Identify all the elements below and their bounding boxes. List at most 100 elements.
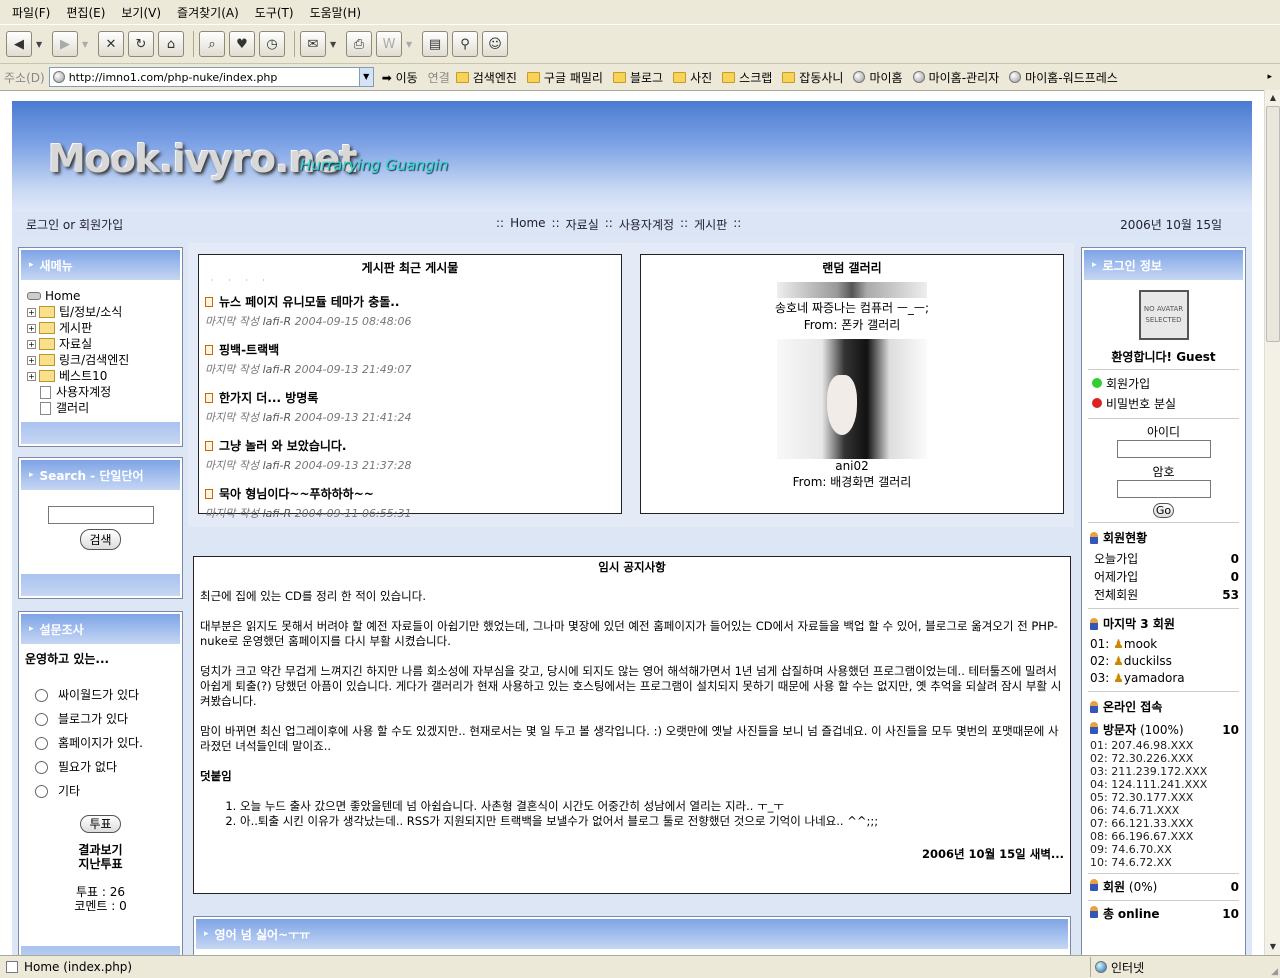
next-article-header[interactable]: ▸ 영어 넘 싫어~ㅜㅠ <box>196 919 1068 949</box>
vote-button[interactable]: 투표 <box>80 815 121 833</box>
vertical-scrollbar[interactable]: ▲ ▼ <box>1264 90 1280 955</box>
print-icon[interactable]: ⎙ <box>346 31 372 57</box>
link-scrap[interactable]: 스크랩 <box>722 69 772 86</box>
nav-home[interactable]: Home <box>510 216 545 233</box>
list-item[interactable]: 01: ♟mook <box>1090 636 1245 653</box>
post-author[interactable]: lafi-R <box>263 507 292 520</box>
back-dropdown-icon[interactable]: ▼ <box>36 40 46 49</box>
radio-button[interactable] <box>35 737 48 750</box>
scrollbar-thumb[interactable] <box>1266 106 1280 342</box>
poll-option[interactable]: 기타 <box>35 779 182 803</box>
forward-icon[interactable]: ▶ <box>52 31 78 57</box>
link-photos[interactable]: 사진 <box>673 69 712 86</box>
stop-icon[interactable]: ✕ <box>98 31 124 57</box>
list-item[interactable]: 02: ♟duckilss <box>1090 653 1245 670</box>
link-myhome-wordpress[interactable]: 마이홈-워드프레스 <box>1009 69 1118 86</box>
post-author[interactable]: lafi-R <box>263 315 292 328</box>
links-overflow-icon[interactable]: ▸ <box>1267 72 1272 82</box>
post-link[interactable]: 한가지 더... 방명록 <box>205 389 621 406</box>
refresh-icon[interactable]: ↻ <box>128 31 154 57</box>
link-search-engine[interactable]: 검색엔진 <box>455 69 517 86</box>
tree-item-best10[interactable]: + 베스트10 <box>27 368 182 384</box>
menu-view[interactable]: 보기(V) <box>113 4 169 21</box>
link-google-family[interactable]: 구글 패밀리 <box>526 69 603 86</box>
expand-icon[interactable]: + <box>27 339 36 349</box>
signup-link[interactable]: 회원가입 <box>1082 374 1245 394</box>
back-icon[interactable]: ◀ <box>6 31 32 57</box>
poll-option[interactable]: 블로그가 있다 <box>35 707 182 731</box>
radio-button[interactable] <box>35 713 48 726</box>
nav-downloads[interactable]: 자료실 <box>566 216 599 233</box>
radio-button[interactable] <box>35 689 48 702</box>
menu-help[interactable]: 도움말(H) <box>302 4 370 21</box>
post-author[interactable]: lafi-R <box>263 459 292 472</box>
past-polls-link[interactable]: 지난투표 <box>19 857 182 871</box>
poll-option[interactable]: 싸이월드가 있다 <box>35 683 182 707</box>
menu-edit[interactable]: 편집(E) <box>58 4 113 21</box>
link-blog[interactable]: 블로그 <box>612 69 663 86</box>
link-label: 검색엔진 <box>472 70 517 85</box>
address-url[interactable]: http://imno1.com/php-nuke/index.php <box>69 71 278 84</box>
link-misc[interactable]: 잡동사니 <box>782 69 843 86</box>
menu-file[interactable]: 파일(F) <box>4 4 58 21</box>
menu-favorites[interactable]: 즐겨찾기(A) <box>169 4 247 21</box>
search-icon[interactable]: ⌕ <box>199 31 225 57</box>
favorites-icon[interactable]: ♥ <box>229 31 255 57</box>
history-icon[interactable]: ◷ <box>259 31 285 57</box>
resize-grip-icon[interactable]: ◢ <box>1271 967 1278 977</box>
poll-option[interactable]: 필요가 없다 <box>35 755 182 779</box>
tree-item-gallery[interactable]: 갤러리 <box>27 400 182 416</box>
post-author[interactable]: lafi-R <box>263 363 292 376</box>
link-myhome[interactable]: 마이홈 <box>853 69 903 86</box>
search-button[interactable]: 검색 <box>80 529 121 550</box>
login-go-button[interactable]: Go <box>1152 503 1175 518</box>
tree-item-downloads[interactable]: + 자료실 <box>27 336 182 352</box>
poll-option[interactable]: 홈페이지가 있다. <box>35 731 182 755</box>
edit-dropdown-icon[interactable]: ▼ <box>406 40 416 49</box>
research-icon[interactable]: ⚲ <box>452 31 478 57</box>
lost-password-link[interactable]: 비밀번호 분실 <box>1082 394 1245 414</box>
go-button[interactable]: ➡ 이동 <box>382 69 418 86</box>
scroll-up-icon[interactable]: ▲ <box>1265 90 1280 106</box>
gallery-from[interactable]: From: 배경화면 갤러리 <box>641 473 1063 490</box>
search-input[interactable] <box>47 506 154 524</box>
tree-item-account[interactable]: 사용자계정 <box>27 384 182 400</box>
post-link[interactable]: 핑백-트랙백 <box>205 341 621 358</box>
gallery-thumb-2[interactable] <box>777 339 927 459</box>
discuss-icon[interactable]: ▤ <box>422 31 448 57</box>
tree-item-forums[interactable]: + 게시판 <box>27 320 182 336</box>
tree-item-links[interactable]: + 링크/검색엔진 <box>27 352 182 368</box>
gallery-from[interactable]: From: 폰카 갤러리 <box>641 316 1063 333</box>
post-link[interactable]: 그냥 놀러 와 보았습니다. <box>205 437 621 454</box>
results-link[interactable]: 결과보기 <box>19 843 182 857</box>
expand-icon[interactable]: + <box>27 307 36 317</box>
messenger-icon[interactable]: ☺ <box>482 31 508 57</box>
tree-item-tips[interactable]: + 팁/정보/소식 <box>27 304 182 320</box>
username-field[interactable] <box>1116 440 1211 458</box>
mail-dropdown-icon[interactable]: ▼ <box>330 40 340 49</box>
home-icon[interactable]: ⌂ <box>158 31 184 57</box>
radio-button[interactable] <box>35 785 48 798</box>
mail-icon[interactable]: ✉ <box>300 31 326 57</box>
nav-forums[interactable]: 게시판 <box>694 216 727 233</box>
gallery-thumb-1[interactable] <box>777 282 927 298</box>
post-link[interactable]: 묵아 형님이다~~푸하하하~~ <box>205 485 621 502</box>
radio-button[interactable] <box>35 761 48 774</box>
post-author[interactable]: lafi-R <box>263 411 292 424</box>
scroll-down-icon[interactable]: ▼ <box>1265 939 1280 955</box>
menu-tools[interactable]: 도구(T) <box>247 4 302 21</box>
edit-icon[interactable]: W <box>376 31 402 57</box>
password-field[interactable] <box>1116 480 1211 498</box>
forward-dropdown-icon[interactable]: ▼ <box>82 40 92 49</box>
list-item[interactable]: 03: ♟yamadora <box>1090 670 1245 687</box>
post-link[interactable]: 뉴스 페이지 유니모듈 테마가 충돌.. <box>205 293 621 310</box>
login-signup-link[interactable]: 로그인 or 회원가입 <box>26 216 123 233</box>
expand-icon[interactable]: + <box>27 323 36 333</box>
nav-account[interactable]: 사용자계정 <box>619 216 674 233</box>
tree-item-home[interactable]: Home <box>27 288 182 304</box>
link-myhome-admin[interactable]: 마이홈-관리자 <box>912 69 999 86</box>
expand-icon[interactable]: + <box>27 355 36 365</box>
address-dropdown-icon[interactable]: ▼ <box>358 68 373 86</box>
address-input[interactable]: http://imno1.com/php-nuke/index.php ▼ <box>48 67 374 87</box>
expand-icon[interactable]: + <box>27 371 36 381</box>
